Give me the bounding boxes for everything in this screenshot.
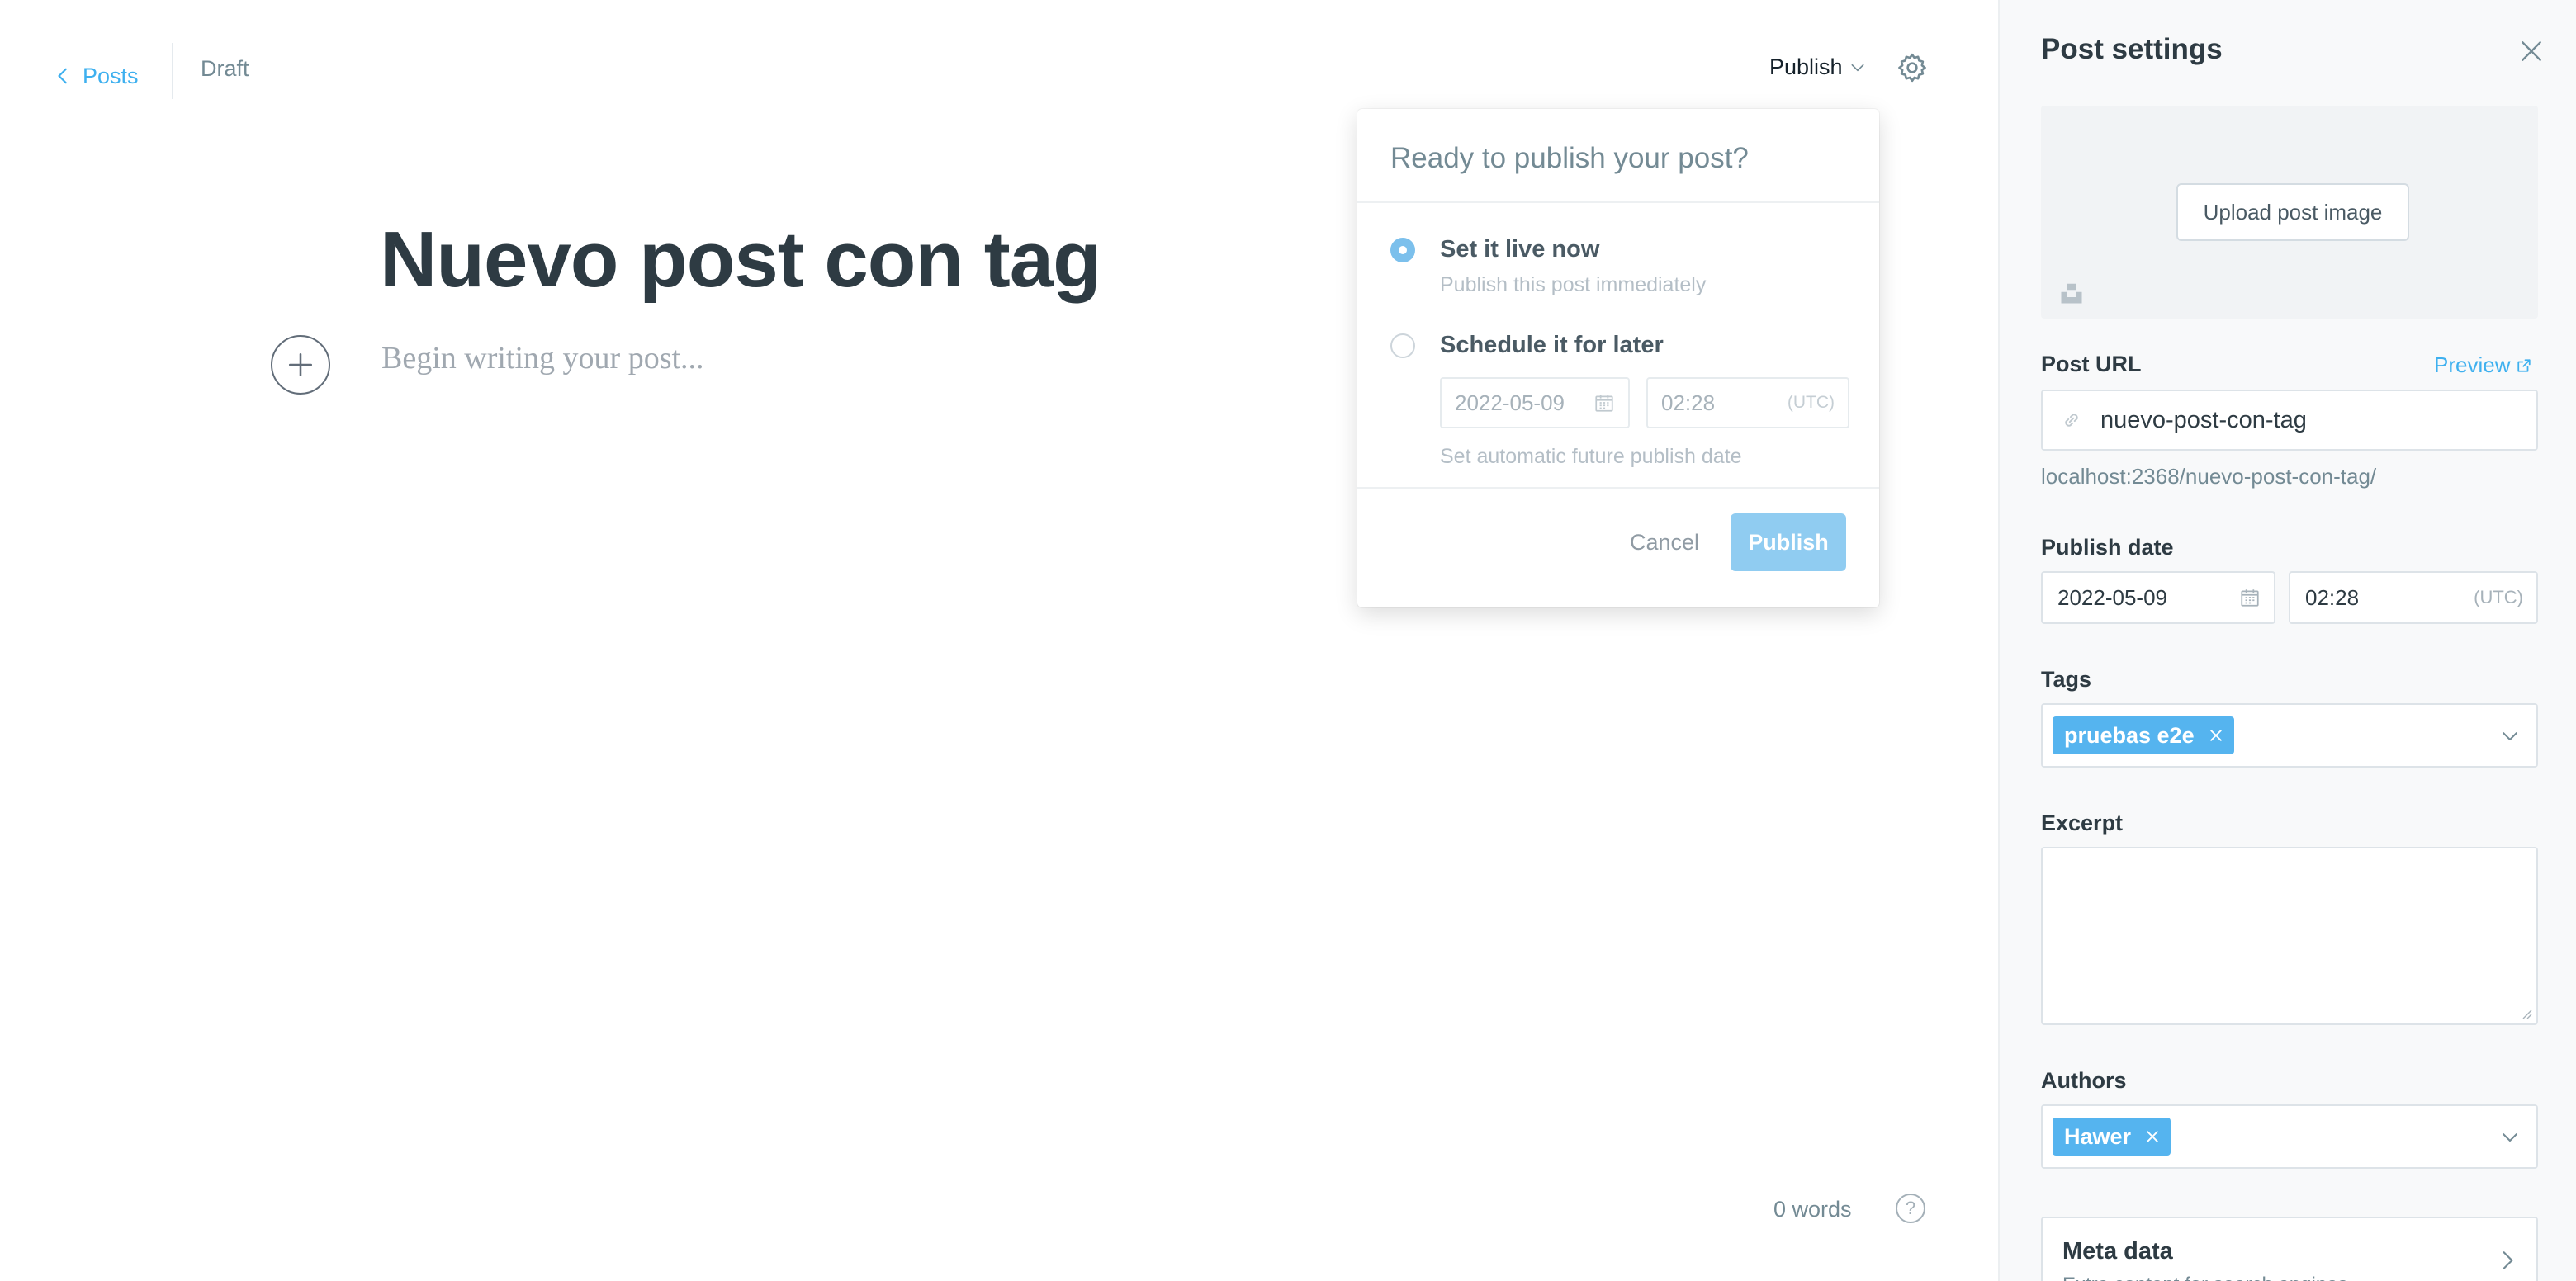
chevron-down-icon — [1851, 64, 1864, 71]
schedule-time-value: 02:28 — [1661, 390, 1716, 415]
publish-date-value: 2022-05-09 — [2057, 584, 2167, 610]
schedule-date-input[interactable]: 2022-05-09 — [1440, 377, 1630, 428]
option-publish-now-label: Set it live now — [1440, 236, 1600, 262]
meta-data-link[interactable]: Meta data Extra content for search engin… — [2041, 1217, 2538, 1281]
excerpt-textarea[interactable] — [2041, 847, 2538, 1025]
close-icon[interactable] — [2208, 727, 2224, 744]
option-publish-now-desc: Publish this post immediately — [1440, 273, 1707, 296]
chevron-right-icon — [2503, 1251, 2513, 1269]
post-url-label: Post URL — [2041, 352, 2142, 376]
tags-label: Tags — [2041, 667, 2092, 692]
tag-token-label: pruebas e2e — [2064, 722, 2195, 748]
preview-link-label: Preview — [2434, 352, 2511, 377]
plus-icon — [288, 352, 313, 377]
calendar-icon — [1595, 395, 1613, 412]
tags-select[interactable]: pruebas e2e — [2041, 703, 2538, 768]
excerpt-label: Excerpt — [2041, 811, 2124, 835]
option-schedule-desc: Set automatic future publish date — [1440, 445, 1742, 468]
publish-time-value: 02:28 — [2305, 584, 2360, 610]
author-token: Hawer — [2053, 1118, 2171, 1156]
post-url-value: nuevo-post-con-tag — [2100, 406, 2307, 433]
publish-menu-trigger[interactable]: Publish — [1769, 54, 1866, 80]
publish-date-label: Publish date — [2041, 535, 2174, 560]
publish-options: Set it live now Publish this post immedi… — [1357, 203, 1879, 489]
gear-icon — [1898, 53, 1926, 83]
chevron-down-icon — [2503, 1133, 2517, 1142]
settings-toggle-button[interactable] — [1896, 51, 1929, 84]
publish-time-input[interactable]: 02:28 (UTC) — [2289, 571, 2538, 624]
back-to-posts-link[interactable]: Posts — [54, 64, 139, 89]
authors-label: Authors — [2041, 1068, 2127, 1093]
close-sidebar-button[interactable] — [2518, 38, 2545, 64]
option-schedule-label: Schedule it for later — [1440, 332, 1664, 358]
back-link-label: Posts — [83, 63, 139, 88]
help-button[interactable]: ? — [1896, 1194, 1925, 1223]
unsplash-button[interactable] — [2059, 281, 2084, 305]
post-url-hint: localhost:2368/nuevo-post-con-tag/ — [2041, 464, 2377, 489]
schedule-timezone: (UTC) — [1787, 393, 1835, 412]
radio-publish-now[interactable] — [1390, 238, 1415, 262]
post-settings-sidebar: Post settings Upload post image Post URL… — [1998, 0, 2576, 1281]
resize-grip-icon[interactable] — [2520, 1007, 2533, 1020]
cancel-button[interactable]: Cancel — [1630, 530, 1699, 555]
author-token-label: Hawer — [2064, 1123, 2132, 1149]
chevron-left-icon — [58, 68, 67, 84]
help-icon: ? — [1905, 1198, 1916, 1218]
option-schedule[interactable]: Schedule it for later 2022-05-09 02:28 (… — [1390, 332, 1849, 469]
authors-select[interactable]: Hawer — [2041, 1104, 2538, 1169]
calendar-icon — [2241, 589, 2259, 607]
publish-dropdown-heading: Ready to publish your post? — [1357, 109, 1879, 203]
meta-data-title: Meta data — [2062, 1238, 2173, 1264]
editor-pane: Posts Draft Publish Nuevo post con tag B… — [0, 0, 1998, 1281]
publish-dropdown-footer: Cancel Publish — [1357, 489, 1879, 571]
publish-trigger-label: Publish — [1769, 54, 1843, 79]
unsplash-icon — [2061, 283, 2082, 304]
post-url-input[interactable]: nuevo-post-con-tag — [2041, 390, 2538, 451]
tag-token: pruebas e2e — [2053, 716, 2234, 754]
close-icon[interactable] — [2144, 1128, 2161, 1145]
upload-post-image-button[interactable]: Upload post image — [2176, 183, 2409, 241]
post-status: Draft — [201, 56, 249, 81]
publish-button[interactable]: Publish — [1731, 513, 1846, 571]
add-card-button[interactable] — [271, 335, 330, 395]
sidebar-title: Post settings — [2041, 33, 2223, 65]
header-divider — [172, 43, 173, 99]
post-body-editor[interactable]: Begin writing your post... — [381, 340, 704, 376]
breadcrumb: Posts — [54, 53, 139, 99]
meta-data-desc: Extra content for search engines — [2062, 1274, 2517, 1281]
publish-dropdown: Ready to publish your post? Set it live … — [1357, 109, 1879, 607]
schedule-time-input[interactable]: 02:28 (UTC) — [1646, 377, 1849, 428]
post-title[interactable]: Nuevo post con tag — [380, 216, 1101, 304]
chevron-down-icon — [2503, 732, 2517, 740]
schedule-date-value: 2022-05-09 — [1455, 390, 1565, 415]
post-image-area: Upload post image — [2041, 106, 2538, 319]
link-icon — [2065, 414, 2078, 427]
radio-schedule[interactable] — [1390, 333, 1415, 358]
publish-timezone: (UTC) — [2474, 587, 2523, 607]
preview-link[interactable]: Preview — [2434, 352, 2531, 378]
publish-date-input[interactable]: 2022-05-09 — [2041, 571, 2275, 624]
option-publish-now[interactable]: Set it live now Publish this post immedi… — [1390, 236, 1846, 297]
word-count: 0 words — [1773, 1197, 1852, 1222]
close-icon — [2522, 41, 2541, 61]
external-link-icon — [2517, 358, 2531, 372]
